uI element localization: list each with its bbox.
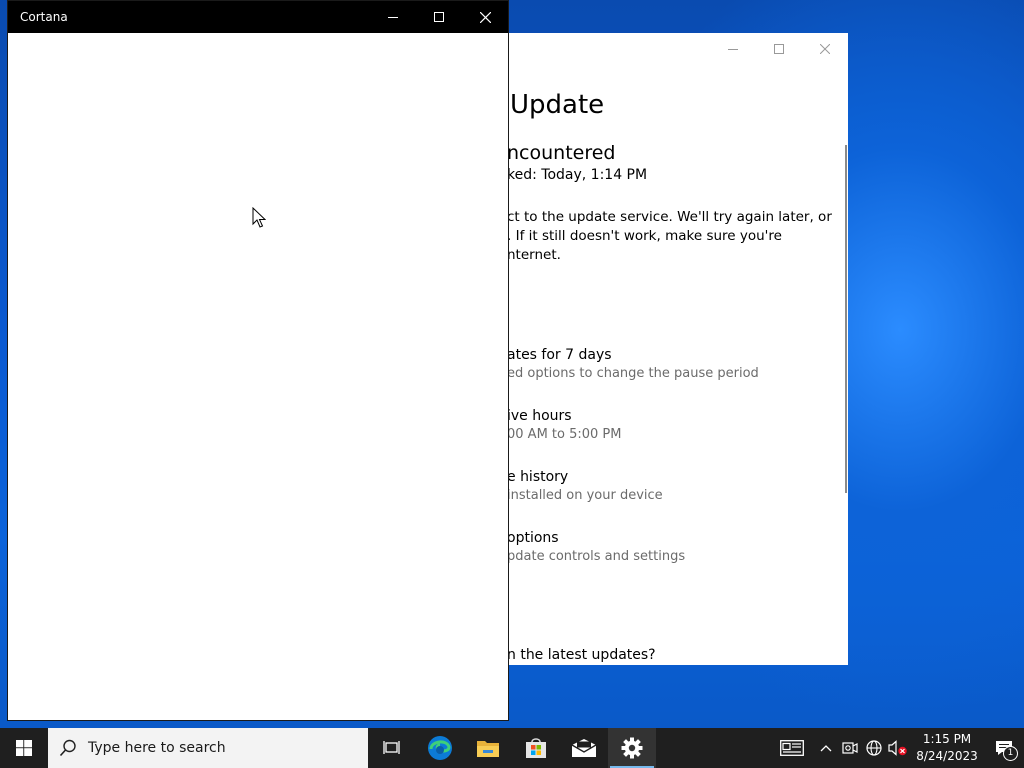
settings-scrollbar[interactable] — [845, 145, 847, 493]
option-subtitle: ed options to change the pause period — [507, 366, 759, 381]
settings-minimize-button[interactable] — [710, 33, 756, 65]
network-button[interactable] — [862, 728, 886, 768]
option-title: e history — [507, 469, 569, 485]
show-hidden-icons-button[interactable] — [814, 728, 838, 768]
maximize-icon — [774, 44, 784, 54]
taskbar-search-box[interactable]: Type here to search — [48, 728, 368, 768]
taskbar-clock[interactable]: 1:15 PM 8/24/2023 — [910, 731, 984, 765]
settings-maximize-button[interactable] — [756, 33, 802, 65]
settings-taskbar-button[interactable] — [608, 728, 656, 768]
option-subtitle: 00 AM to 5:00 PM — [507, 427, 622, 442]
clock-date: 8/24/2023 — [916, 749, 978, 763]
cortana-close-button[interactable] — [462, 1, 508, 33]
task-view-icon — [383, 741, 400, 754]
last-checked-text: ked: Today, 1:14 PM — [507, 167, 648, 183]
system-tray: 1:15 PM 8/24/2023 1 — [770, 728, 1024, 768]
store-bag-icon — [526, 738, 546, 758]
globe-icon — [866, 740, 882, 756]
page-title: Update — [510, 90, 605, 120]
option-title: options — [507, 530, 559, 546]
folder-icon — [477, 741, 499, 757]
news-icon — [780, 740, 804, 756]
cortana-maximize-button[interactable] — [416, 1, 462, 33]
cortana-window: Cortana — [8, 1, 508, 720]
error-message: ct to the update service. We'll try agai… — [507, 208, 832, 265]
search-icon — [48, 739, 88, 757]
minimize-icon — [728, 49, 738, 50]
microsoft-store-button[interactable] — [512, 728, 560, 768]
mouse-cursor-icon — [252, 207, 266, 228]
action-center-button[interactable]: 1 — [984, 728, 1024, 768]
notification-count-badge: 1 — [1003, 746, 1018, 761]
volume-button[interactable] — [886, 728, 910, 768]
file-explorer-button[interactable] — [464, 728, 512, 768]
start-button[interactable] — [0, 728, 48, 768]
latest-updates-question: n the latest updates? — [507, 647, 656, 663]
cortana-content-area — [8, 33, 508, 720]
edge-icon — [428, 736, 452, 760]
error-line: . If it still doesn't work, make sure yo… — [507, 228, 782, 244]
cortana-titlebar[interactable]: Cortana — [8, 1, 508, 33]
chevron-up-icon — [820, 745, 832, 752]
option-title: ates for 7 days — [507, 347, 612, 363]
meet-now-button[interactable] — [838, 728, 862, 768]
camera-icon — [842, 742, 858, 754]
close-icon — [820, 44, 830, 54]
update-status-title: ncountered — [507, 142, 616, 164]
mail-button[interactable] — [560, 728, 608, 768]
minimize-icon — [388, 17, 398, 18]
option-title: ive hours — [507, 408, 572, 424]
maximize-icon — [434, 12, 444, 22]
cortana-minimize-button[interactable] — [370, 1, 416, 33]
windows-logo-icon — [16, 740, 32, 756]
edge-taskbar-button[interactable] — [416, 728, 464, 768]
option-subtitle: pdate controls and settings — [507, 549, 686, 564]
clock-time: 1:15 PM — [922, 732, 972, 746]
update-history-option[interactable]: e history installed on your device — [507, 468, 663, 505]
close-icon — [479, 11, 491, 23]
mail-icon — [571, 739, 597, 757]
settings-caption-buttons — [710, 33, 848, 65]
error-line: nternet. — [507, 247, 561, 263]
settings-window: Update ncountered ked: Today, 1:14 PM ct… — [507, 33, 848, 665]
option-subtitle: installed on your device — [507, 488, 663, 503]
advanced-options-option[interactable]: options pdate controls and settings — [507, 529, 685, 566]
search-placeholder: Type here to search — [88, 740, 226, 756]
task-view-button[interactable] — [368, 728, 416, 768]
speaker-muted-icon — [888, 740, 907, 756]
cortana-caption-buttons — [370, 1, 508, 33]
pause-updates-option[interactable]: ates for 7 days ed options to change the… — [507, 346, 759, 383]
gear-icon — [621, 737, 643, 759]
active-hours-option[interactable]: ive hours 00 AM to 5:00 PM — [507, 407, 621, 444]
taskbar: Type here to search 1:15 PM 8/24/2023 1 — [0, 728, 1024, 768]
settings-close-button[interactable] — [802, 33, 848, 65]
cortana-window-title: Cortana — [20, 10, 68, 24]
news-widget-button[interactable] — [770, 728, 814, 768]
error-line: ct to the update service. We'll try agai… — [507, 209, 832, 225]
